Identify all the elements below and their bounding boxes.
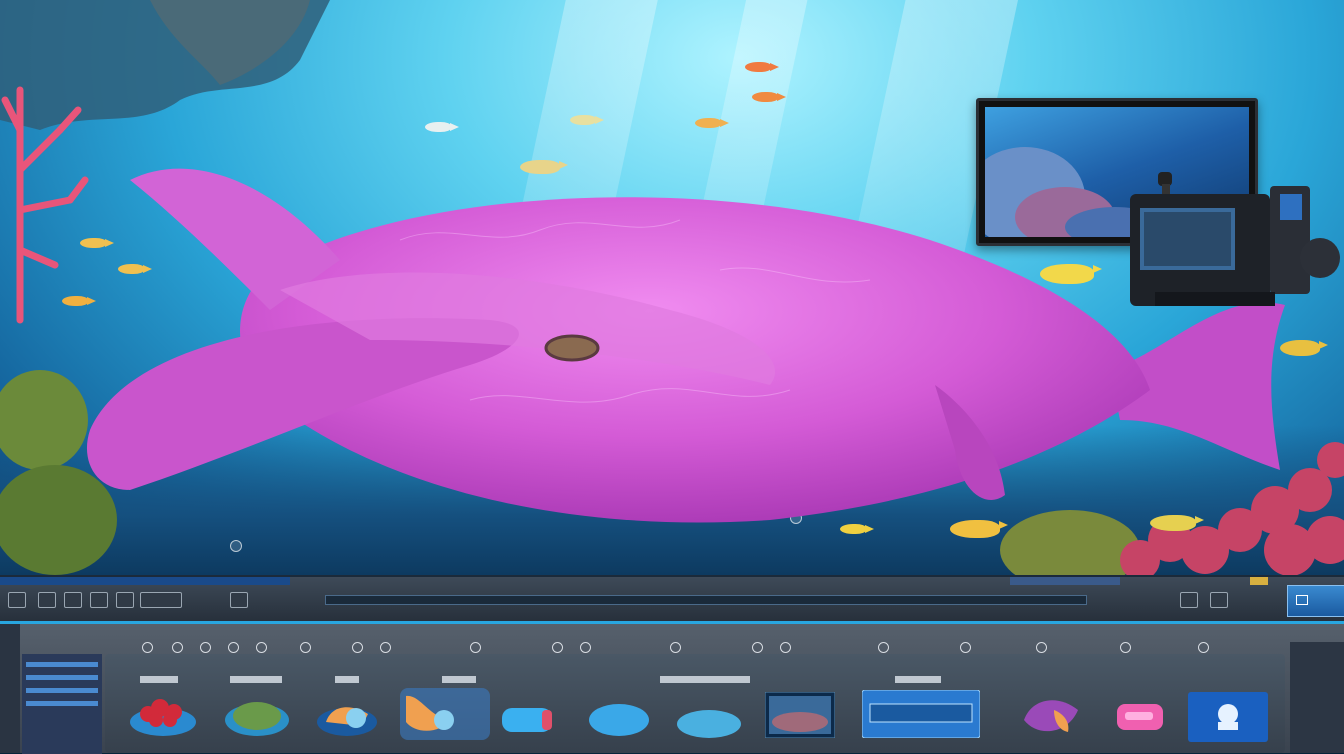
- underwater-scene: [0, 0, 1344, 575]
- status-dot: [256, 642, 267, 653]
- status-dot: [228, 642, 239, 653]
- fish: [570, 115, 604, 125]
- window-icon: [1296, 595, 1308, 605]
- status-dot: [200, 642, 211, 653]
- toolbar-tab-strip: [1010, 577, 1120, 585]
- status-dot: [1198, 642, 1209, 653]
- slider-icon[interactable]: [140, 592, 182, 608]
- blue-stone-thumbnail[interactable]: [585, 698, 655, 742]
- status-dot: [1120, 642, 1131, 653]
- asset-label: [230, 676, 282, 683]
- grid-icon[interactable]: [38, 592, 56, 608]
- back-icon[interactable]: [64, 592, 82, 608]
- status-dot: [142, 642, 153, 653]
- blue-coral-thumbnail[interactable]: [312, 692, 382, 738]
- nav-icon[interactable]: [8, 592, 26, 608]
- status-dot: [878, 642, 889, 653]
- video-camera-icon: [1130, 172, 1340, 306]
- blue-pebble-thumbnail[interactable]: [498, 700, 558, 740]
- status-dot: [1036, 642, 1047, 653]
- orange-shell-thumbnail[interactable]: [400, 688, 490, 740]
- toolbar-tab-strip: [1250, 577, 1268, 585]
- play-icon[interactable]: [90, 592, 108, 608]
- status-dot: [380, 642, 391, 653]
- panel-sidebar: [0, 624, 20, 753]
- asset-label: [140, 676, 178, 683]
- green-coral-thumbnail[interactable]: [222, 692, 292, 738]
- status-dot: [960, 642, 971, 653]
- toolbar-tab-strip: [0, 577, 290, 585]
- status-dot: [752, 642, 763, 653]
- bubble: [230, 540, 242, 552]
- asset-label: [442, 676, 476, 683]
- status-dot: [670, 642, 681, 653]
- fish-thumbnail[interactable]: [1018, 690, 1084, 740]
- status-dot: [172, 642, 183, 653]
- fish: [425, 122, 459, 132]
- pink-shape-thumbnail[interactable]: [1115, 700, 1167, 736]
- fish: [695, 118, 729, 128]
- layer-list[interactable]: [22, 654, 102, 754]
- asset-label: [335, 676, 359, 683]
- blue-frame-thumbnail[interactable]: [862, 690, 980, 738]
- reef-photo-thumbnail[interactable]: [765, 692, 835, 738]
- status-dot: [470, 642, 481, 653]
- bubble-icon-thumbnail[interactable]: [1188, 692, 1268, 742]
- panel-right-column: [1290, 642, 1344, 753]
- status-dot: [352, 642, 363, 653]
- asset-label: [895, 676, 941, 683]
- window-icon[interactable]: [1180, 592, 1198, 608]
- window-button[interactable]: [1287, 585, 1344, 617]
- timeline-track[interactable]: [325, 595, 1087, 605]
- status-dot: [780, 642, 791, 653]
- status-dot: [580, 642, 591, 653]
- fish: [752, 92, 786, 102]
- play-icon[interactable]: [116, 592, 134, 608]
- blue-rock-thumbnail[interactable]: [675, 702, 745, 742]
- grid-icon[interactable]: [230, 592, 248, 608]
- asset-label: [660, 676, 750, 683]
- editor-toolbar: [0, 575, 1344, 623]
- grid-icon[interactable]: [1210, 592, 1228, 608]
- status-dot: [552, 642, 563, 653]
- status-dot: [300, 642, 311, 653]
- fish: [745, 62, 779, 72]
- red-coral-thumbnail[interactable]: [128, 692, 198, 738]
